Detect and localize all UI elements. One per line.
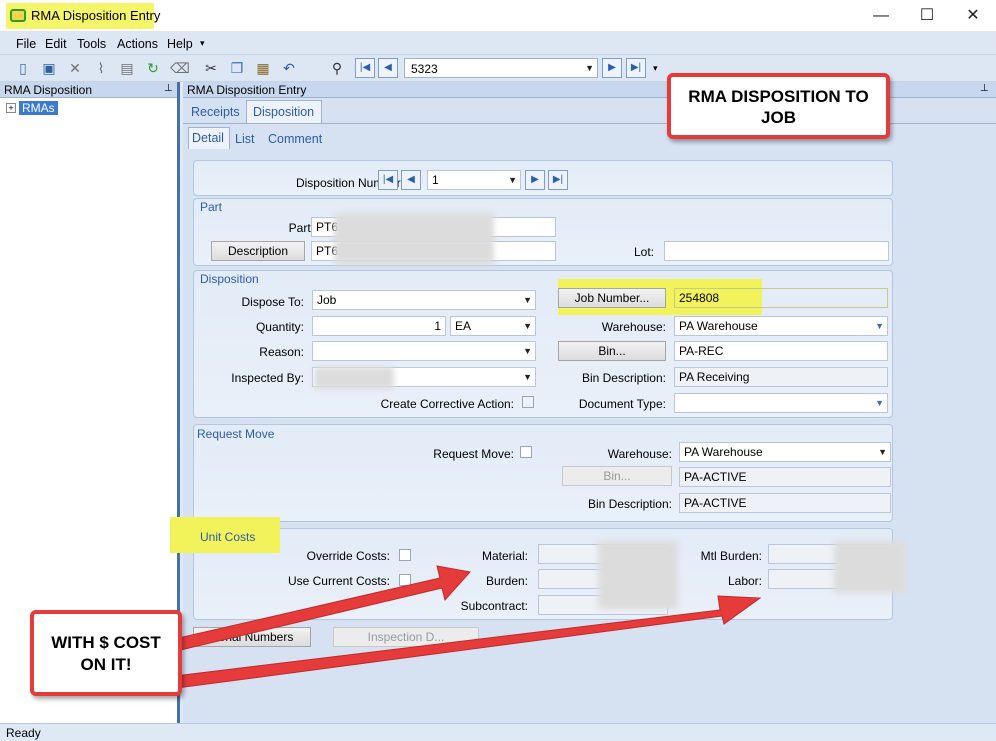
callout-bottom: WITH $ COST ON IT! [30, 610, 182, 696]
arrow-to-labor [174, 595, 762, 689]
callout-top: RMA DISPOSITION TO JOB [667, 73, 890, 139]
arrow-to-burden [169, 565, 471, 653]
